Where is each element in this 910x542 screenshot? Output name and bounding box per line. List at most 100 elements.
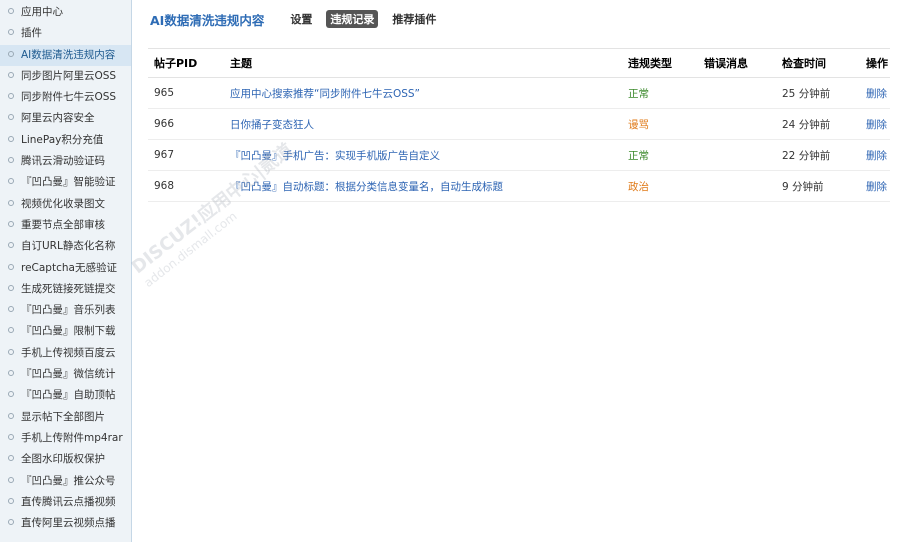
sidebar-item-label: reCaptcha无感验证 <box>21 261 117 274</box>
sidebar-item-label: 视频优化收录图文 <box>21 197 105 210</box>
sidebar-item[interactable]: LinePay积分充值 <box>0 130 131 151</box>
delete-link[interactable]: 删除 <box>860 77 890 109</box>
sidebar-item-label: 『凹凸曼』限制下载 <box>21 325 116 338</box>
cell-error-message <box>698 77 776 109</box>
sidebar-item-label: 同步图片阿里云OSS <box>21 69 117 82</box>
sidebar-item[interactable]: 同步图片阿里云OSS <box>0 66 131 87</box>
sidebar-item-label: 阿里云内容安全 <box>21 112 95 125</box>
bullet-icon <box>8 327 14 334</box>
page-title: AI数据清洗违规内容 <box>150 12 265 28</box>
bullet-icon <box>8 391 14 398</box>
sidebar-item-label: 腾讯云滑动验证码 <box>21 155 105 168</box>
sidebar-item-label: 自订URL静态化名称 <box>21 240 116 253</box>
table-header-row: 帖子PID 主题 违规类型 错误消息 检查时间 操作 <box>148 48 890 78</box>
sidebar-item[interactable]: 阿里云内容安全 <box>0 108 131 129</box>
sidebar-item[interactable]: 腾讯云滑动验证码 <box>0 151 131 172</box>
bullet-icon <box>8 114 14 121</box>
sidebar: 应用中心插件 AI数据清洗违规内容 同步图片阿里云OSS 同步附件七牛云OSS 阿里云内… <box>0 0 132 542</box>
cell-pid: 967 <box>148 139 224 171</box>
sidebar-item-label: 直传腾讯云点播视频 <box>21 495 116 508</box>
sidebar-item[interactable]: 直传阿里云视频点播 <box>0 513 131 534</box>
sidebar-item[interactable]: 自订URL静态化名称 <box>0 236 131 257</box>
bullet-icon <box>8 135 14 142</box>
bullet-icon <box>8 306 14 313</box>
sidebar-item[interactable]: 『凹凸曼』自助顶帖 <box>0 385 131 406</box>
bullet-icon <box>8 284 14 291</box>
main-content: AI数据清洗违规内容 设置 违规记录 推荐插件 帖子PID 主题 违规类型 错误… <box>132 0 910 542</box>
bullet-icon <box>8 199 14 206</box>
sidebar-item-label: 同步附件七牛云OSS <box>21 91 117 104</box>
tab-settings[interactable]: 设置 <box>286 10 316 28</box>
sidebar-item-label: 重要节点全部审核 <box>21 218 105 231</box>
sidebar-item[interactable]: 显示帖下全部图片 <box>0 407 131 428</box>
bullet-icon <box>8 157 14 164</box>
sidebar-item[interactable]: 『凹凸曼』推公众号 <box>0 471 131 492</box>
sidebar-item[interactable]: 『凹凸曼』微信统计 <box>0 364 131 385</box>
cell-title[interactable]: 应用中心搜索推荐“同步附件七牛云OSS” <box>224 77 622 109</box>
bullet-icon <box>8 412 14 419</box>
sidebar-item-label: 直传阿里云视频点播 <box>21 517 116 530</box>
table-body: 965 应用中心搜索推荐“同步附件七牛云OSS” 正常 25 分钟前 删除 966 日你捅子… <box>148 77 890 202</box>
cell-violation-type: 正常 <box>622 77 698 109</box>
sidebar-item-label: 『凹凸曼』音乐列表 <box>21 304 116 317</box>
sidebar-item[interactable]: 全图水印版权保护 <box>0 449 131 470</box>
delete-link[interactable]: 删除 <box>860 170 890 202</box>
sidebar-item-label: 应用中心 <box>21 6 63 18</box>
sidebar-item-label: 显示帖下全部图片 <box>21 410 105 423</box>
bullet-icon <box>8 370 14 377</box>
sidebar-item-label: AI数据清洗违规内容 <box>21 48 116 61</box>
col-header-action: 操作 <box>860 48 890 78</box>
tab-recommended-plugins[interactable]: 推荐插件 <box>388 10 440 28</box>
bullet-icon <box>8 50 14 57</box>
sidebar-item-label: 生成死链接死链提交 <box>21 282 116 295</box>
sidebar-item-label: LinePay积分充值 <box>21 133 104 146</box>
cell-pid: 965 <box>148 77 224 109</box>
cell-title[interactable]: 『凹凸曼』自动标题：根据分类信息变量名，自动生成标题 <box>224 170 622 202</box>
cell-check-time: 25 分钟前 <box>776 77 860 109</box>
sidebar-item[interactable]: 『凹凸曼』限制下载 <box>0 321 131 342</box>
sidebar-item[interactable]: 生成死链接死链提交 <box>0 279 131 300</box>
cell-error-message <box>698 170 776 202</box>
sidebar-item[interactable]: AI数据清洗违规内容 <box>0 44 131 66</box>
cell-title[interactable]: 日你捅子变态狂人 <box>224 108 622 140</box>
sidebar-item[interactable]: 手机上传视频百度云 <box>0 343 131 364</box>
sidebar-item[interactable]: 视频优化收录图文 <box>0 194 131 215</box>
sidebar-item[interactable]: 直传腾讯云点播视频 <box>0 492 131 513</box>
sidebar-item[interactable]: 重要节点全部审核 <box>0 215 131 236</box>
sidebar-item[interactable]: reCaptcha无感验证 <box>0 258 131 279</box>
sidebar-item[interactable]: 插件 <box>0 23 131 44</box>
bullet-icon <box>8 263 14 270</box>
col-header-time: 检查时间 <box>776 48 860 78</box>
bullet-icon <box>8 220 14 227</box>
cell-title[interactable]: 『凹凸曼』手机广告：实现手机版广告自定义 <box>224 139 622 171</box>
sidebar-item[interactable]: 手机上传附件mp4rar <box>0 428 131 449</box>
bullet-icon <box>8 29 14 36</box>
sidebar-item-label: 手机上传视频百度云 <box>21 346 116 359</box>
col-header-error: 错误消息 <box>698 48 776 78</box>
cell-violation-type: 政治 <box>622 170 698 202</box>
table-row: 968 『凹凸曼』自动标题：根据分类信息变量名，自动生成标题 政治 9 分钟前 删除 <box>148 170 890 202</box>
sidebar-item[interactable]: 『凹凸曼』音乐列表 <box>0 300 131 321</box>
delete-link[interactable]: 删除 <box>860 139 890 171</box>
records-table-wrap: 帖子PID 主题 违规类型 错误消息 检查时间 操作 965 应用中心搜索推荐“同… <box>148 48 890 202</box>
top-bar: AI数据清洗违规内容 设置 违规记录 推荐插件 <box>150 9 450 29</box>
table-row: 967 『凹凸曼』手机广告：实现手机版广告自定义 正常 22 分钟前 删除 <box>148 139 890 171</box>
table-row: 965 应用中心搜索推荐“同步附件七牛云OSS” 正常 25 分钟前 删除 <box>148 77 890 109</box>
col-header-type: 违规类型 <box>622 48 698 78</box>
col-header-title: 主题 <box>224 48 622 78</box>
cell-violation-type: 谩骂 <box>622 108 698 140</box>
sidebar-item[interactable]: 应用中心 <box>0 2 131 23</box>
sidebar-item-label: 全图水印版权保护 <box>21 453 105 466</box>
sidebar-item-label: 『凹凸曼』推公众号 <box>21 474 116 487</box>
tab-violation-records[interactable]: 违规记录 <box>326 10 379 28</box>
bullet-icon <box>8 497 14 504</box>
delete-link[interactable]: 删除 <box>860 108 890 140</box>
sidebar-item-label: 『凹凸曼』智能验证 <box>21 176 116 189</box>
col-header-pid: 帖子PID <box>148 48 224 78</box>
cell-check-time: 24 分钟前 <box>776 108 860 140</box>
cell-check-time: 22 分钟前 <box>776 139 860 171</box>
sidebar-item[interactable]: 『凹凸曼』智能验证 <box>0 172 131 193</box>
bullet-icon <box>8 433 14 440</box>
sidebar-item[interactable]: 同步附件七牛云OSS <box>0 87 131 108</box>
cell-check-time: 9 分钟前 <box>776 170 860 202</box>
